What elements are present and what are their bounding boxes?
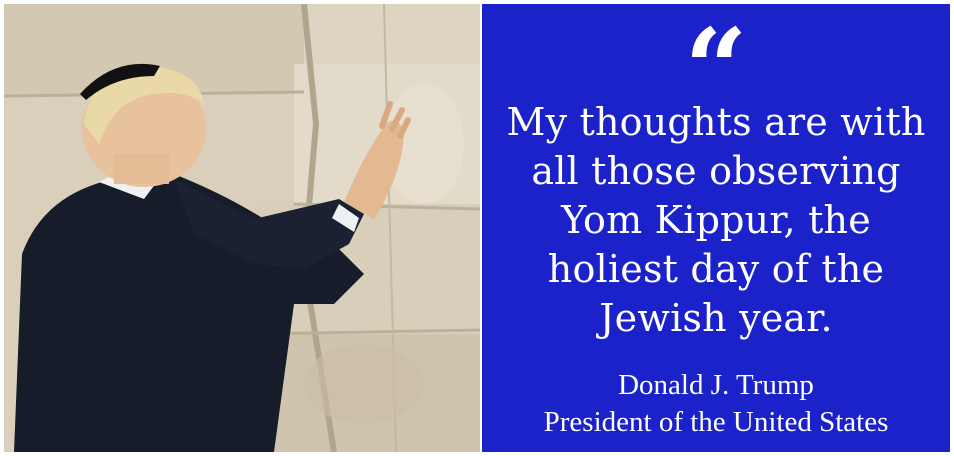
wall-prayer-photo (4, 4, 480, 452)
photo-panel (4, 4, 480, 452)
quote-panel: “ My thoughts are with all those observi… (482, 4, 950, 452)
quote-mark-icon: “ (684, 14, 748, 94)
attribution-name: Donald J. Trump (618, 369, 814, 401)
attribution-title: President of the United States (543, 406, 889, 438)
quote-card: “ My thoughts are with all those observi… (0, 0, 954, 456)
quote-text: My thoughts are with all those observing… (506, 100, 926, 340)
